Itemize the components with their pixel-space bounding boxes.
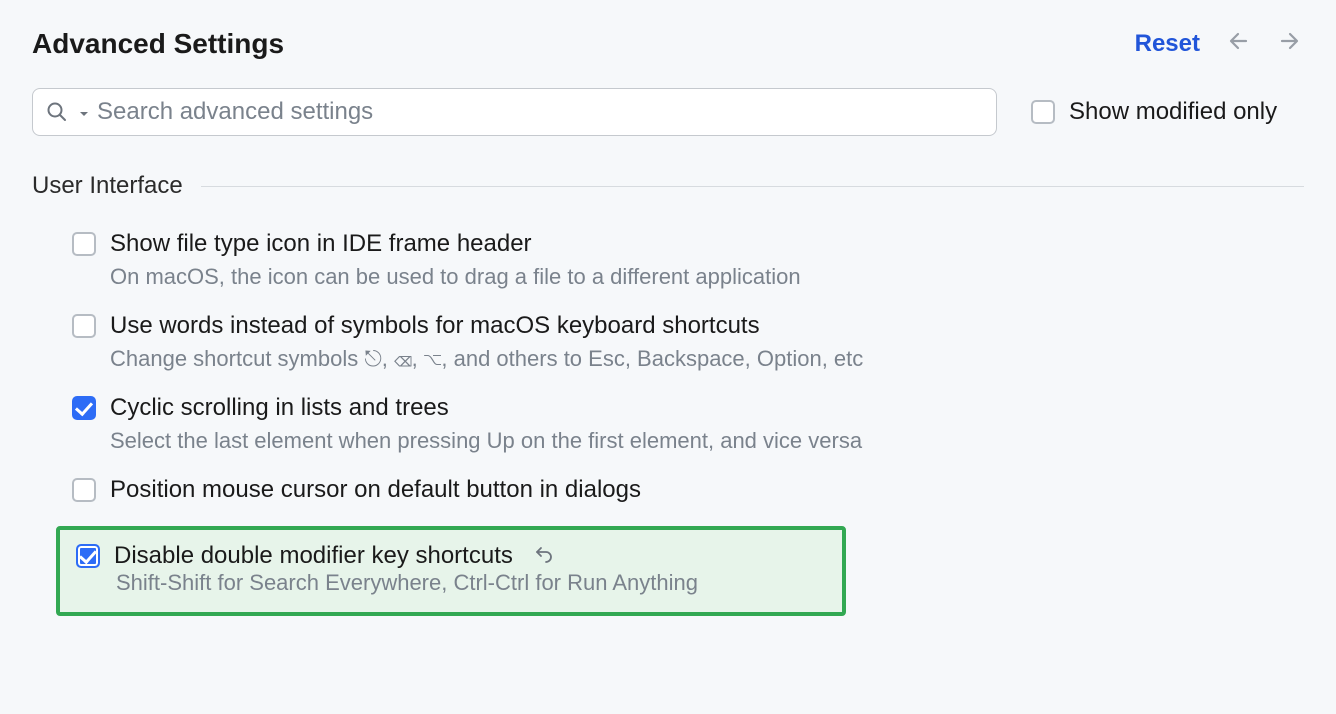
- setting-label: Cyclic scrolling in lists and trees: [110, 394, 449, 422]
- section-label: User Interface: [32, 172, 183, 200]
- search-input[interactable]: [97, 98, 986, 126]
- checkbox-icon: [76, 544, 100, 568]
- section-header: User Interface: [32, 172, 1304, 200]
- setting-item-use-words: Use words instead of symbols for macOS k…: [72, 312, 1304, 372]
- setting-item-disable-double-modifier: Disable double modifier key shortcuts Sh…: [56, 526, 846, 616]
- setting-checkbox-row[interactable]: Use words instead of symbols for macOS k…: [72, 312, 1304, 340]
- checkbox-icon: [1031, 100, 1055, 124]
- checkbox-icon: [72, 314, 96, 338]
- setting-desc: Select the last element when pressing Up…: [110, 428, 1304, 454]
- setting-desc: Shift-Shift for Search Everywhere, Ctrl-…: [116, 570, 826, 596]
- setting-checkbox-row[interactable]: Cyclic scrolling in lists and trees: [72, 394, 1304, 422]
- search-field-wrap[interactable]: [32, 88, 997, 136]
- setting-label: Show file type icon in IDE frame header: [110, 230, 532, 258]
- setting-desc: Change shortcut symbols ⎋, ⌫, ⌥, and oth…: [110, 346, 1304, 372]
- revert-icon[interactable]: [533, 543, 555, 569]
- checkbox-icon: [72, 478, 96, 502]
- show-modified-only-checkbox[interactable]: Show modified only: [1031, 98, 1277, 126]
- setting-label: Disable double modifier key shortcuts: [114, 542, 513, 570]
- checkbox-icon: [72, 396, 96, 420]
- forward-arrow-icon[interactable]: [1278, 30, 1304, 58]
- search-row: Show modified only: [32, 88, 1304, 136]
- show-modified-only-label: Show modified only: [1069, 98, 1277, 126]
- search-dropdown-icon[interactable]: [79, 99, 89, 125]
- search-icon: [45, 100, 69, 124]
- setting-item-cyclic-scrolling: Cyclic scrolling in lists and trees Sele…: [72, 394, 1304, 454]
- back-arrow-icon[interactable]: [1228, 30, 1254, 58]
- setting-item-file-type-icon: Show file type icon in IDE frame header …: [72, 230, 1304, 290]
- page-title: Advanced Settings: [32, 28, 284, 60]
- header: Advanced Settings Reset: [32, 28, 1304, 60]
- settings-list: Show file type icon in IDE frame header …: [32, 230, 1304, 616]
- reset-link[interactable]: Reset: [1135, 30, 1200, 58]
- setting-item-position-cursor: Position mouse cursor on default button …: [72, 476, 1304, 504]
- setting-label: Position mouse cursor on default button …: [110, 476, 641, 504]
- checkbox-icon: [72, 232, 96, 256]
- setting-desc: On macOS, the icon can be used to drag a…: [110, 264, 1304, 290]
- setting-label: Use words instead of symbols for macOS k…: [110, 312, 760, 340]
- nav-arrows: [1228, 30, 1304, 58]
- setting-checkbox-row[interactable]: Disable double modifier key shortcuts: [76, 542, 826, 570]
- setting-checkbox-row[interactable]: Show file type icon in IDE frame header: [72, 230, 1304, 258]
- setting-checkbox-row[interactable]: Position mouse cursor on default button …: [72, 476, 1304, 504]
- divider-line: [201, 186, 1304, 187]
- header-right: Reset: [1135, 30, 1304, 58]
